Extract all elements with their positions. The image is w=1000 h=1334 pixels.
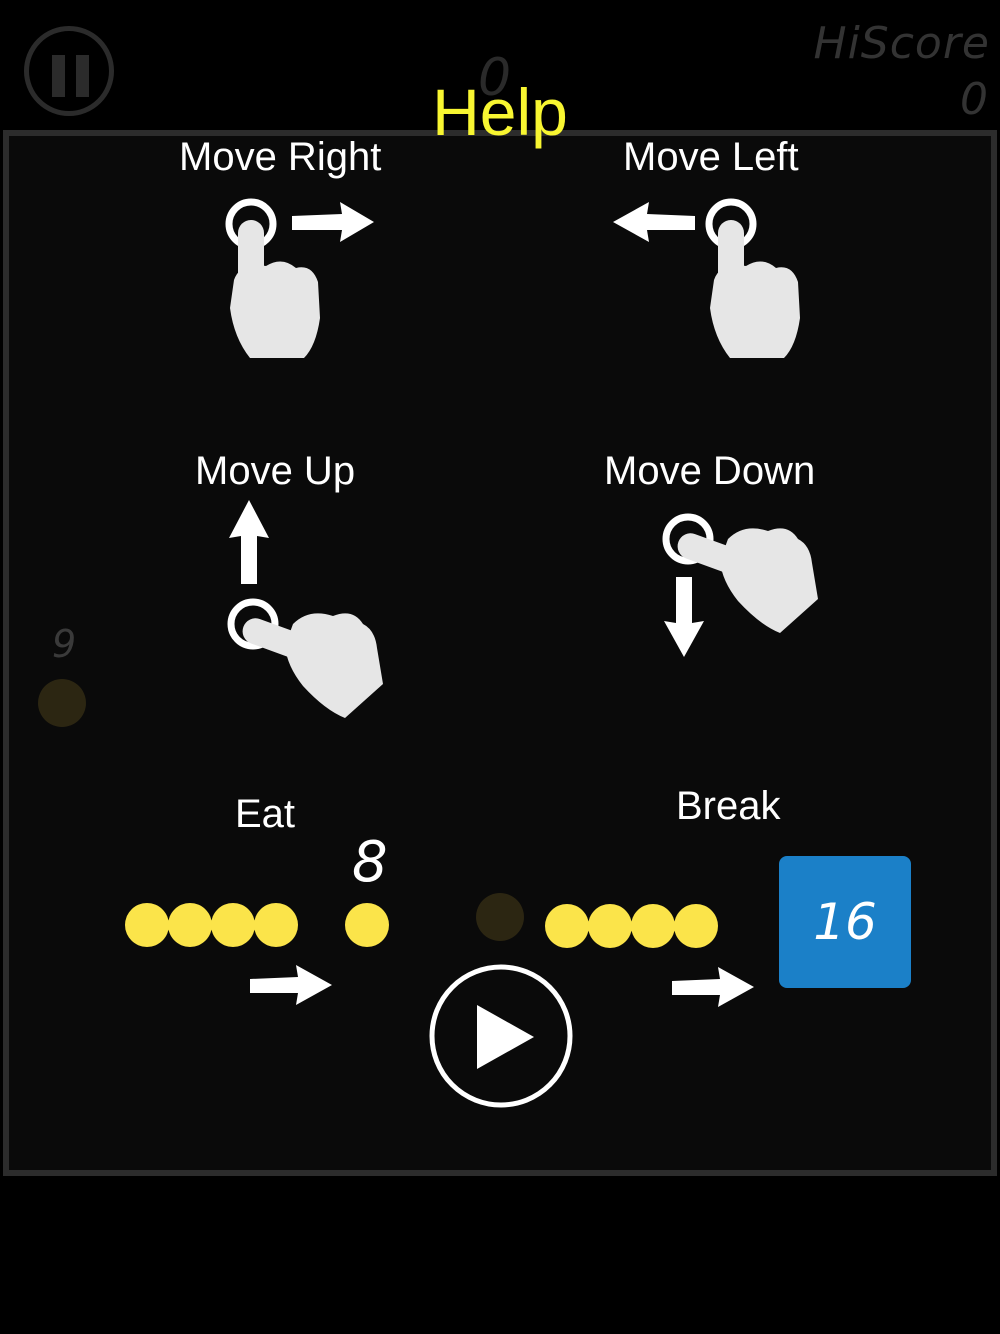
ghost-food-dot xyxy=(38,679,86,727)
move-right-label: Move Right xyxy=(179,135,382,179)
ghost-snake-dot xyxy=(476,893,524,941)
number-block: 16 xyxy=(779,856,911,988)
move-up-label: Move Up xyxy=(195,449,356,493)
arrow-right-icon xyxy=(250,965,332,1005)
snake-segment xyxy=(211,903,255,947)
hiscore-label: HiScore xyxy=(813,18,990,69)
move-left-label: Move Left xyxy=(623,135,799,179)
snake-segment xyxy=(545,904,589,948)
snake-segment xyxy=(168,903,212,947)
ghost-food-number: 9 xyxy=(52,622,77,666)
swipe-up-gesture-icon xyxy=(227,500,383,718)
swipe-down-gesture-icon xyxy=(662,513,818,657)
eat-label: Eat xyxy=(235,792,296,836)
play-icon xyxy=(477,1005,534,1069)
swipe-left-gesture-icon xyxy=(613,198,800,358)
snake-segment xyxy=(631,904,675,948)
snake-segment xyxy=(588,904,632,948)
snake-segment xyxy=(254,903,298,947)
play-button[interactable] xyxy=(428,963,574,1109)
swipe-right-gesture-icon xyxy=(225,198,374,358)
arrow-right-icon xyxy=(672,967,754,1007)
snake-segment xyxy=(674,904,718,948)
help-title: Help xyxy=(432,75,568,149)
food-number: 8 xyxy=(352,830,388,895)
break-label: Break xyxy=(676,784,781,828)
snake-segment xyxy=(125,903,169,947)
move-down-label: Move Down xyxy=(604,449,816,493)
food-dot xyxy=(345,903,389,947)
